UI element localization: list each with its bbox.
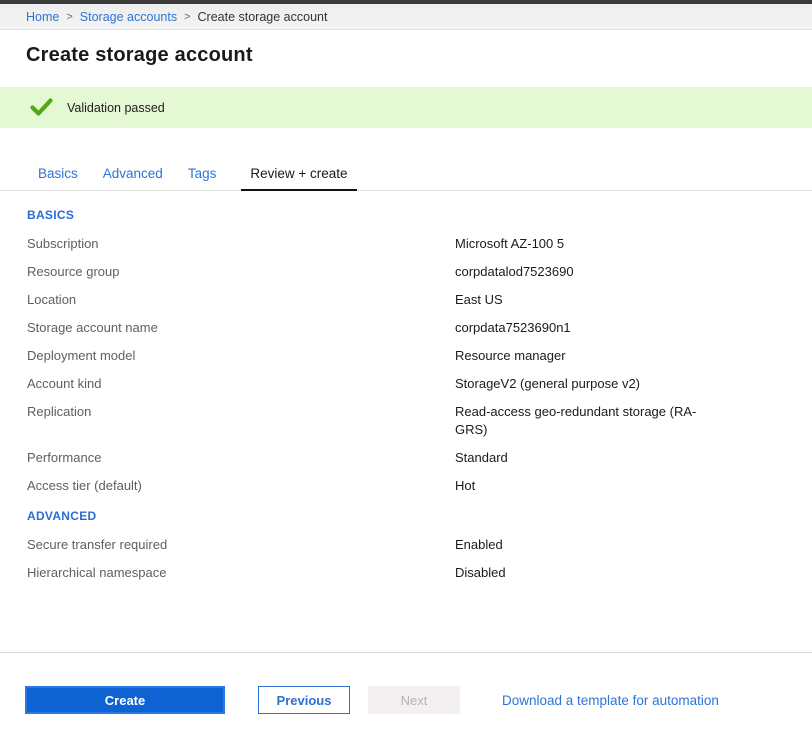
checkmark-icon (30, 98, 53, 117)
validation-message: Validation passed (67, 101, 165, 115)
summary-row-secure-transfer: Secure transfer required Enabled (27, 536, 812, 554)
row-label: Secure transfer required (27, 536, 455, 554)
row-label: Performance (27, 449, 455, 467)
summary-row-access-tier: Access tier (default) Hot (27, 477, 812, 495)
previous-button[interactable]: Previous (258, 686, 350, 714)
row-value: Resource manager (455, 347, 566, 365)
row-value: Microsoft AZ-100 5 (455, 235, 564, 253)
summary-row-account-kind: Account kind StorageV2 (general purpose … (27, 375, 812, 393)
summary-row-resource-group: Resource group corpdatalod7523690 (27, 263, 812, 281)
summary-row-hierarchical-namespace: Hierarchical namespace Disabled (27, 564, 812, 582)
validation-banner: Validation passed (0, 87, 812, 128)
tab-review-create[interactable]: Review + create (241, 166, 356, 191)
row-label: Location (27, 291, 455, 309)
row-value: Standard (455, 449, 508, 467)
footer-divider (0, 652, 812, 653)
create-button[interactable]: Create (25, 686, 225, 714)
next-button[interactable]: Next (368, 686, 460, 714)
tab-advanced[interactable]: Advanced (103, 166, 163, 190)
tab-tags[interactable]: Tags (188, 166, 217, 190)
row-value: Disabled (455, 564, 506, 582)
row-value: Enabled (455, 536, 503, 554)
section-heading-basics: BASICS (27, 208, 812, 222)
breadcrumb-home[interactable]: Home (26, 10, 59, 24)
summary-row-location: Location East US (27, 291, 812, 309)
breadcrumb-current: Create storage account (198, 10, 328, 24)
row-value: StorageV2 (general purpose v2) (455, 375, 640, 393)
summary-row-storage-account-name: Storage account name corpdata7523690n1 (27, 319, 812, 337)
page-header: Create storage account (0, 30, 812, 87)
row-value: East US (455, 291, 503, 309)
footer-buttons: Create Previous Next Download a template… (0, 686, 812, 714)
section-heading-advanced: ADVANCED (27, 509, 812, 523)
row-label: Deployment model (27, 347, 455, 365)
row-label: Access tier (default) (27, 477, 455, 495)
summary-row-replication: Replication Read-access geo-redundant st… (27, 403, 812, 439)
download-template-link[interactable]: Download a template for automation (502, 693, 719, 708)
review-summary: BASICS Subscription Microsoft AZ-100 5 R… (0, 208, 812, 582)
row-value: Hot (455, 477, 475, 495)
row-label: Hierarchical namespace (27, 564, 455, 582)
breadcrumb-separator: > (184, 11, 190, 23)
breadcrumb-separator: > (66, 11, 72, 23)
summary-row-subscription: Subscription Microsoft AZ-100 5 (27, 235, 812, 253)
tab-basics[interactable]: Basics (38, 166, 78, 190)
row-label: Resource group (27, 263, 455, 281)
tab-bar: Basics Advanced Tags Review + create (0, 160, 812, 191)
breadcrumb: Home > Storage accounts > Create storage… (0, 4, 812, 30)
row-value: corpdatalod7523690 (455, 263, 574, 281)
row-label: Storage account name (27, 319, 455, 337)
summary-row-deployment-model: Deployment model Resource manager (27, 347, 812, 365)
row-label: Account kind (27, 375, 455, 393)
footer-actions: Create Previous Next Download a template… (0, 652, 812, 714)
row-label: Replication (27, 403, 455, 439)
row-value: corpdata7523690n1 (455, 319, 571, 337)
breadcrumb-storage-accounts[interactable]: Storage accounts (80, 10, 177, 24)
page-title: Create storage account (26, 44, 812, 67)
summary-row-performance: Performance Standard (27, 449, 812, 467)
row-label: Subscription (27, 235, 455, 253)
row-value: Read-access geo-redundant storage (RA-GR… (455, 403, 715, 439)
